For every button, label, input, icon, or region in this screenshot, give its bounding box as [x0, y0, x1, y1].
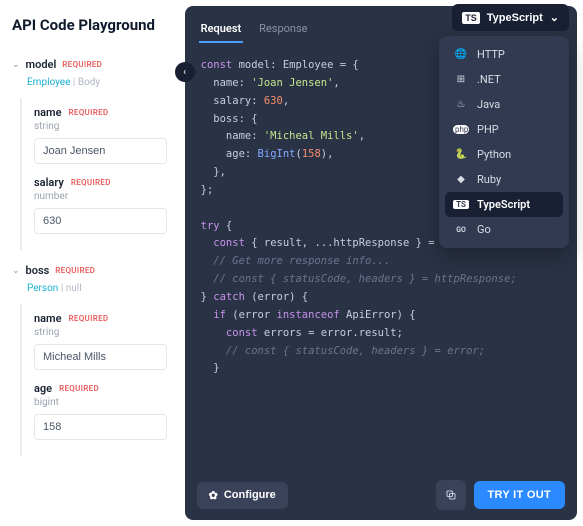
gear-icon: ✿ — [209, 489, 218, 502]
field-model-name: name REQUIRED string — [34, 106, 167, 164]
configure-button[interactable]: ✿ Configure — [197, 482, 288, 509]
try-it-out-button[interactable]: TRY IT OUT — [474, 481, 566, 509]
type-line: Employee | Body — [27, 77, 167, 88]
php-icon: php — [453, 125, 469, 134]
chevron-down-icon: ⌄ — [550, 11, 559, 24]
field-boss-name: name REQUIRED string — [34, 312, 167, 370]
code-panel: TS TypeScript ⌄ 🌐HTTP ⊞.NET ♨Java phpPHP… — [185, 6, 577, 520]
tab-response[interactable]: Response — [257, 16, 309, 43]
section-boss: ⌄ boss REQUIRED Person | null name REQUI… — [12, 264, 167, 456]
chevron-down-icon: ⌄ — [12, 266, 20, 276]
section-label: model — [26, 58, 57, 71]
python-icon: 🐍 — [453, 149, 469, 160]
ruby-icon: ◆ — [453, 174, 469, 185]
java-icon: ♨ — [453, 99, 469, 110]
model-salary-input[interactable] — [34, 208, 167, 234]
chevron-down-icon: ⌄ — [12, 60, 20, 70]
model-fields: name REQUIRED string salary REQUIRED num… — [20, 98, 167, 250]
typescript-badge-icon: TS — [462, 12, 480, 24]
language-button[interactable]: TS TypeScript ⌄ — [452, 4, 569, 31]
lang-item-php[interactable]: phpPHP — [445, 117, 563, 142]
collapse-handle[interactable]: ‹ — [175, 62, 195, 82]
lang-item-python[interactable]: 🐍Python — [445, 142, 563, 167]
boss-age-input[interactable] — [34, 414, 167, 440]
lang-item-go[interactable]: GOGo — [445, 217, 563, 242]
page-title: API Code Playground — [12, 16, 167, 34]
tab-request[interactable]: Request — [199, 16, 244, 43]
lang-item-ruby[interactable]: ◆Ruby — [445, 167, 563, 192]
form-sidebar: API Code Playground ⌄ model REQUIRED Emp… — [0, 0, 179, 526]
model-name-input[interactable] — [34, 138, 167, 164]
boss-name-input[interactable] — [34, 344, 167, 370]
globe-icon: 🌐 — [453, 49, 469, 60]
copy-button[interactable] — [436, 480, 466, 510]
field-boss-age: age REQUIRED bigint — [34, 382, 167, 440]
language-selector: TS TypeScript ⌄ 🌐HTTP ⊞.NET ♨Java phpPHP… — [452, 4, 569, 31]
copy-icon — [445, 489, 457, 501]
language-dropdown: 🌐HTTP ⊞.NET ♨Java phpPHP 🐍Python ◆Ruby T… — [439, 36, 569, 248]
lang-item-java[interactable]: ♨Java — [445, 92, 563, 117]
windows-icon: ⊞ — [453, 74, 469, 85]
field-model-salary: salary REQUIRED number — [34, 176, 167, 234]
bottom-toolbar: ✿ Configure TRY IT OUT — [185, 470, 577, 520]
section-model-header[interactable]: ⌄ model REQUIRED — [12, 58, 167, 71]
section-boss-header[interactable]: ⌄ boss REQUIRED — [12, 264, 167, 277]
typescript-icon: TS — [453, 200, 469, 209]
go-icon: GO — [453, 226, 469, 234]
chevron-left-icon: ‹ — [183, 67, 186, 78]
lang-item-http[interactable]: 🌐HTTP — [445, 42, 563, 67]
boss-fields: name REQUIRED string age REQUIRED bigint — [20, 304, 167, 456]
required-badge: REQUIRED — [62, 60, 102, 69]
lang-item-typescript[interactable]: TSTypeScript — [445, 192, 563, 217]
lang-item-dotnet[interactable]: ⊞.NET — [445, 67, 563, 92]
section-model: ⌄ model REQUIRED Employee | Body name RE… — [12, 58, 167, 250]
type-line: Person | null — [27, 283, 167, 294]
